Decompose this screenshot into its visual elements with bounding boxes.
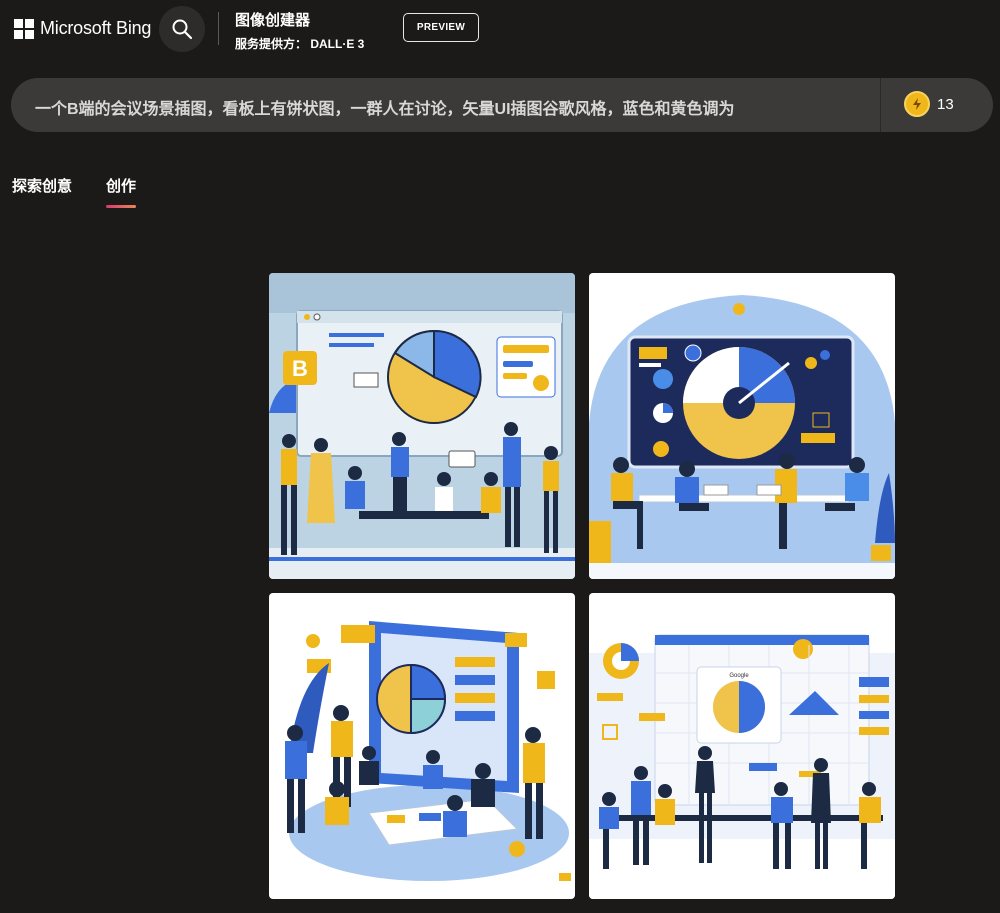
tab-create[interactable]: 创作 (106, 175, 137, 208)
search-icon (172, 19, 193, 40)
top-header: Microsoft Bing 图像创建器 服务提供方： DALL·E 3 PRE… (0, 0, 1000, 58)
meeting-illustration-2 (589, 273, 895, 579)
search-button[interactable] (159, 6, 205, 52)
brand-name: Microsoft Bing (40, 18, 152, 38)
provider-label: 服务提供方： DALL·E 3 (235, 37, 365, 51)
bing-logo[interactable]: Microsoft Bing (14, 18, 151, 39)
generated-image-3[interactable] (269, 593, 575, 899)
generated-image-2[interactable] (589, 273, 895, 579)
boost-counter[interactable]: 13 (904, 91, 954, 117)
generated-image-grid: B Google (269, 273, 895, 899)
header-divider (218, 12, 219, 45)
preview-badge: PREVIEW (403, 13, 479, 42)
meeting-illustration-1: B (269, 273, 575, 579)
page-title-block: 图像创建器 服务提供方： DALL·E 3 (235, 9, 364, 52)
generated-image-1[interactable]: B (269, 273, 575, 579)
prompt-bar: 一个B端的会议场景插图，看板上有饼状图，一群人在讨论，矢量UI插图谷歌风格，蓝色… (11, 78, 993, 132)
prompt-input[interactable]: 一个B端的会议场景插图，看板上有饼状图，一群人在讨论，矢量UI插图谷歌风格，蓝色… (35, 95, 735, 119)
windows-logo-icon (14, 18, 34, 39)
tab-explore[interactable]: 探索创意 (12, 175, 72, 208)
meeting-illustration-4: Google (589, 593, 895, 899)
board-letter: B (292, 356, 308, 381)
prompt-separator (880, 78, 881, 132)
generated-image-4[interactable]: Google (589, 593, 895, 899)
page-title: 图像创建器 (235, 12, 311, 29)
boost-count: 13 (937, 95, 954, 113)
meeting-illustration-3 (269, 593, 575, 899)
chart-title: Google (729, 673, 749, 679)
tab-bar: 探索创意 创作 (12, 175, 137, 208)
boost-coin-icon (904, 91, 930, 117)
